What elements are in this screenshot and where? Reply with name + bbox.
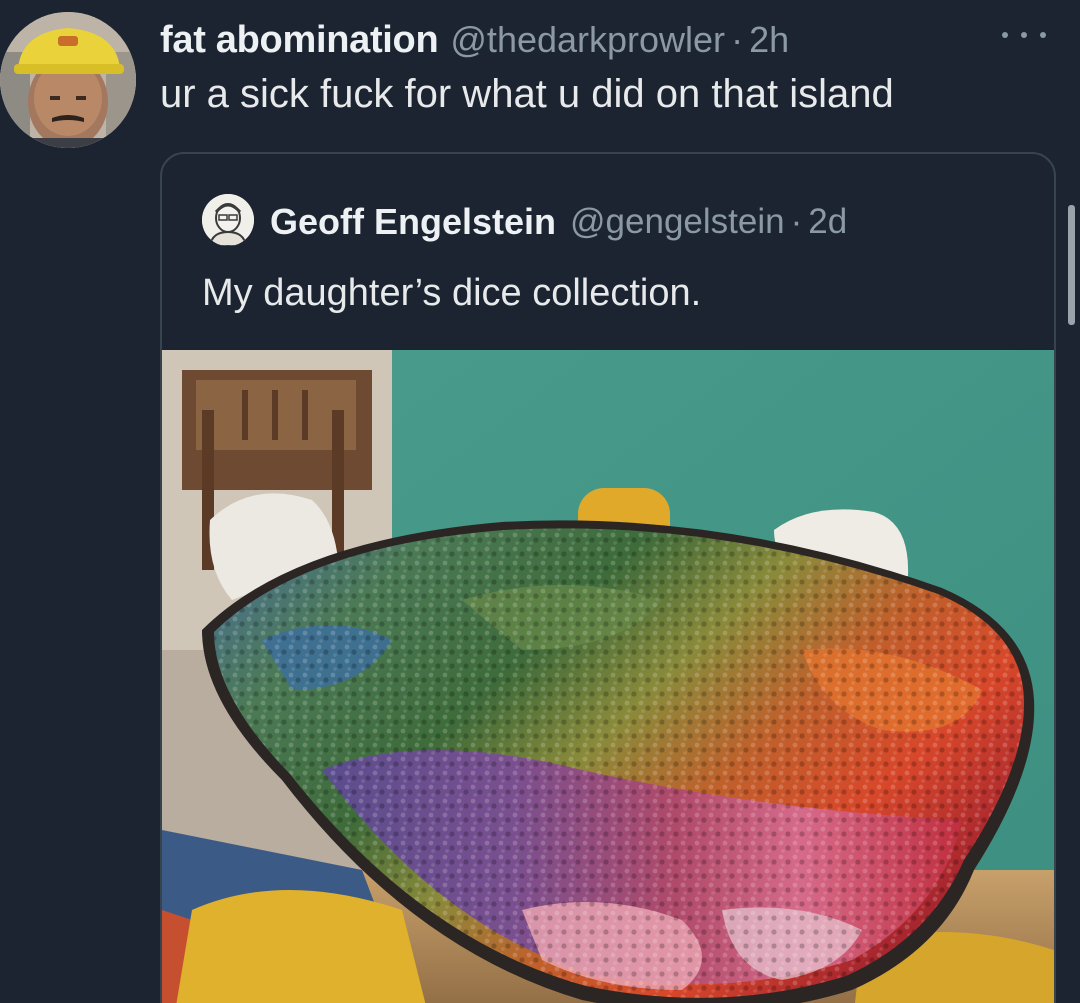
quoted-tweet-timestamp[interactable]: 2d — [808, 202, 847, 242]
user-handle[interactable]: @thedarkprowler — [450, 19, 725, 61]
quoted-separator-dot: · — [790, 202, 803, 241]
tweet-text: ur a sick fuck for what u did on that is… — [160, 72, 894, 116]
quoted-display-name[interactable]: Geoff Engelstein — [270, 201, 556, 243]
separator-dot: · — [731, 19, 744, 60]
scrollbar[interactable] — [1068, 205, 1075, 325]
display-name[interactable]: fat abomination — [160, 19, 439, 62]
quoted-tweet-card[interactable]: Geoff Engelstein @gengelstein · 2d My da… — [160, 152, 1056, 1003]
photo-image — [162, 350, 1054, 1003]
dice-collection-photo[interactable] — [162, 350, 1054, 1003]
quoted-tweet-header: Geoff Engelstein @gengelstein · 2d — [270, 194, 847, 250]
user-avatar[interactable] — [0, 12, 136, 148]
tweet-timestamp[interactable]: 2h — [749, 19, 789, 61]
quoted-user-avatar[interactable] — [202, 194, 254, 246]
quoted-avatar-photo — [202, 194, 254, 246]
quoted-tweet-text: My daughter’s dice collection. — [202, 272, 702, 314]
reply-tweet[interactable]: fat abomination @thedarkprowler · 2h ur … — [0, 0, 1080, 1003]
avatar-photo — [0, 12, 136, 148]
tweet-header: fat abomination @thedarkprowler · 2h — [160, 12, 789, 68]
quoted-user-handle[interactable]: @gengelstein — [570, 202, 785, 242]
more-horizontal-icon[interactable] — [1002, 20, 1046, 50]
